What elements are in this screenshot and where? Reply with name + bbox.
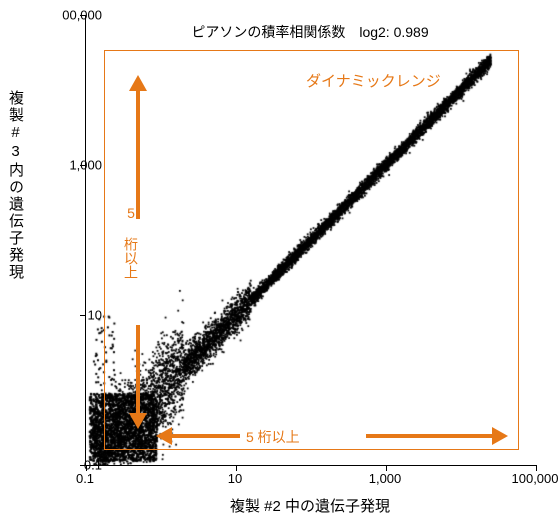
- x-tick: 0.1: [76, 471, 94, 486]
- y-tick: 0.1: [84, 458, 102, 473]
- y-axis-label: 複製#3内の遺伝子発現: [5, 90, 26, 281]
- x-tick: 10: [228, 471, 242, 486]
- y-tick: 1,000: [69, 158, 102, 173]
- y-tick: 00,000: [62, 8, 102, 23]
- x-tick: 100,000: [512, 471, 559, 486]
- dynamic-range-label: ダイナミックレンジ: [306, 70, 441, 91]
- vertical-range-text: 5 桁以上: [121, 205, 141, 279]
- dynamic-range-box: [104, 50, 519, 450]
- y-tick: 10: [88, 308, 102, 323]
- horizontal-range-text: 5 桁以上: [246, 427, 300, 447]
- x-axis-label: 複製 #2 中の遺伝子発現: [85, 495, 535, 516]
- x-tick: 1,000: [369, 471, 402, 486]
- plot-area: ダイナミックレンジ 5 桁以上 5 桁以上: [85, 15, 536, 466]
- chart-container: ピアソンの積率相関係数 log2: 0.989 複製#3内の遺伝子発現 複製 #…: [0, 0, 560, 525]
- horizontal-range-arrow: [156, 429, 506, 443]
